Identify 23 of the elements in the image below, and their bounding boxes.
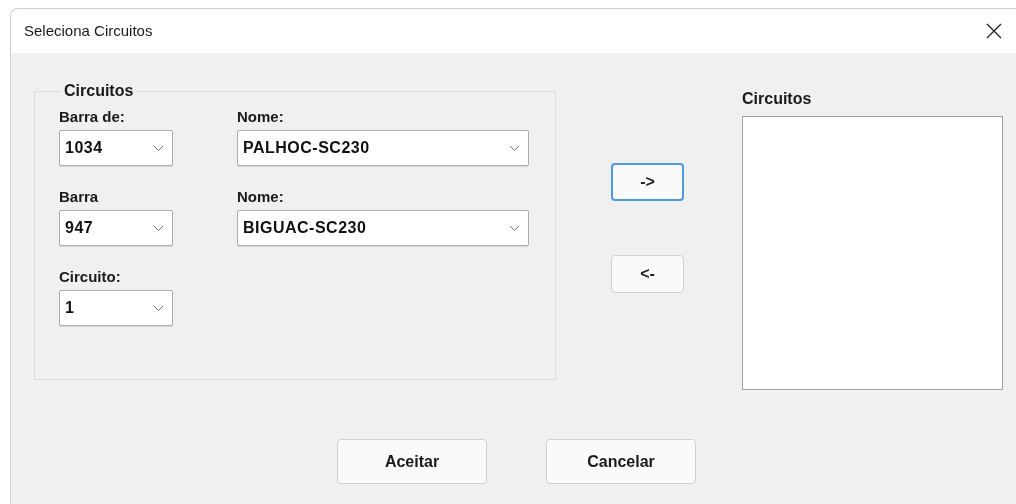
dropdown-field[interactable]: 947 (59, 210, 173, 246)
move-button[interactable]: <- (611, 255, 684, 293)
field-label: Barra (59, 187, 100, 207)
dropdown-field[interactable]: BIGUAC-SC230 (237, 210, 529, 246)
field-label: Barra de: (59, 107, 126, 127)
chevron-down-icon (153, 144, 164, 152)
field-label: Nome: (237, 107, 285, 127)
chevron-down-icon (509, 224, 520, 232)
dropdown-field[interactable]: 1 (59, 290, 173, 326)
group-title: Circuitos (63, 81, 135, 101)
dropdown-field[interactable]: 1034 (59, 130, 173, 166)
list-label: Circuitos (742, 89, 813, 109)
chevron-down-icon (153, 224, 164, 232)
dropdown-field[interactable]: PALHOC-SC230 (237, 130, 529, 166)
dialog-button[interactable]: Aceitar (337, 439, 487, 484)
window-title: Seleciona Circuitos (24, 20, 153, 41)
field-label: Nome: (237, 187, 285, 207)
chevron-down-icon (153, 304, 164, 312)
dialog-button[interactable]: Cancelar (546, 439, 696, 484)
close-icon[interactable] (984, 21, 1004, 41)
field-label: Circuito: (59, 267, 122, 287)
move-button[interactable]: -> (611, 163, 684, 201)
chevron-down-icon (509, 144, 520, 152)
